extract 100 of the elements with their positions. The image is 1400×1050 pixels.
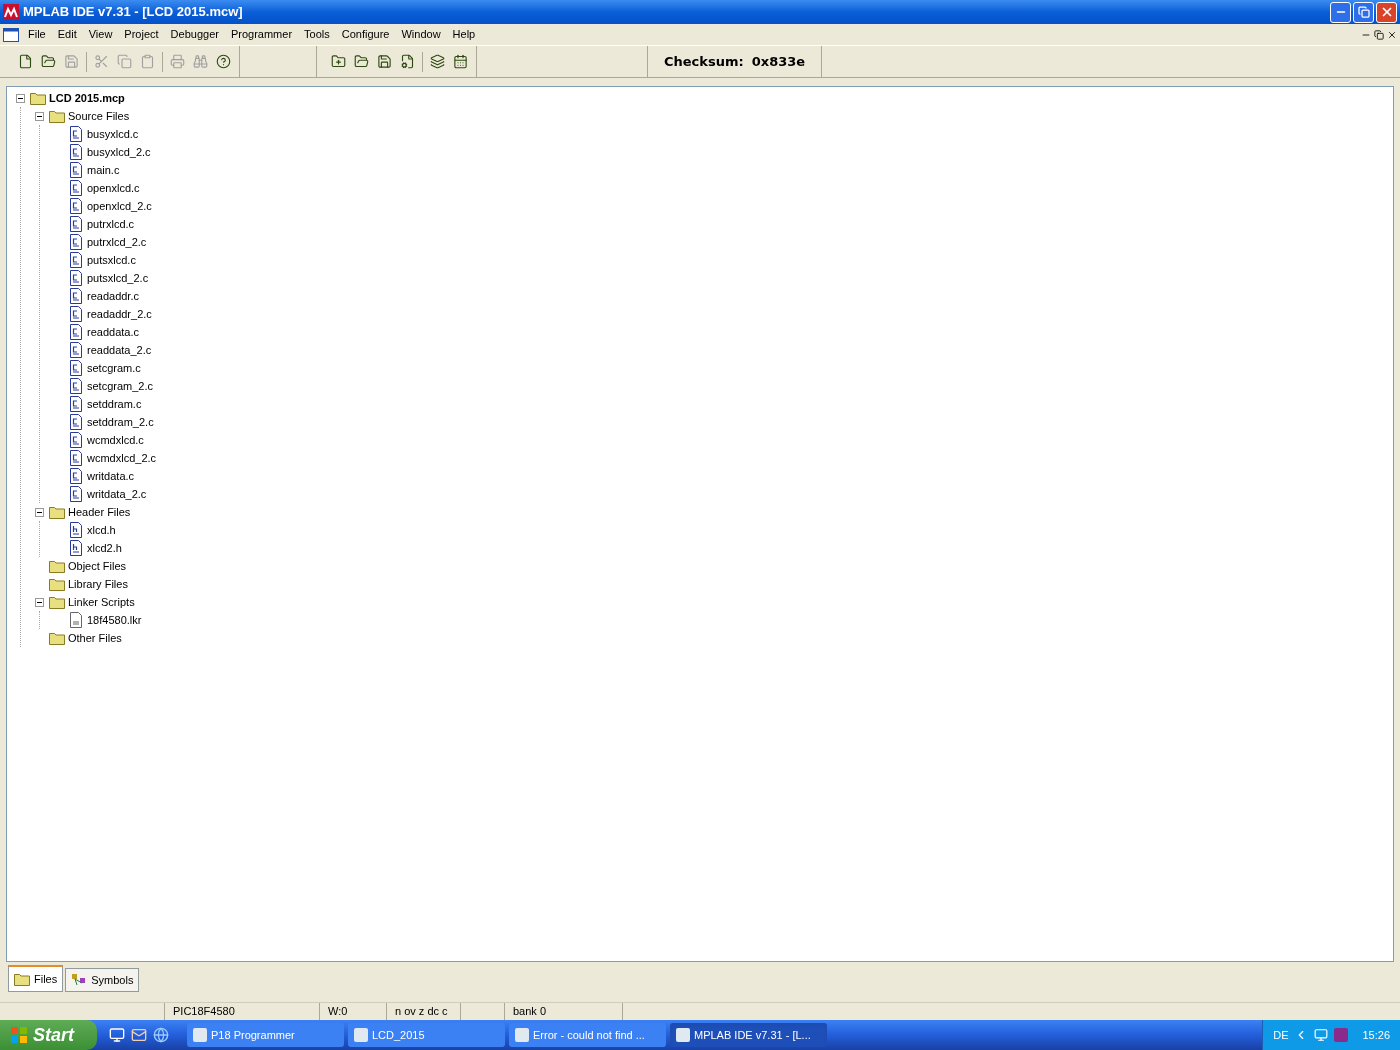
tree-item[interactable]: Header Files xyxy=(68,503,131,521)
tree-item[interactable]: busyxlcd_2.c xyxy=(87,143,151,161)
menu-item[interactable]: File xyxy=(22,26,52,43)
taskbar-button[interactable]: LCD_2015 xyxy=(348,1023,505,1047)
source-file-icon xyxy=(69,180,83,196)
help-icon xyxy=(216,54,231,69)
folder-icon xyxy=(30,91,46,105)
taskbar-button[interactable]: Error - could not find ... xyxy=(509,1023,666,1047)
tree-item[interactable]: Other Files xyxy=(68,629,122,647)
open-folder-icon xyxy=(354,54,369,69)
tree-item[interactable]: wcmdxlcd.c xyxy=(87,431,144,449)
tree-item[interactable]: Object Files xyxy=(68,557,127,575)
menu-item[interactable]: Debugger xyxy=(164,26,225,43)
menu-item[interactable]: Help xyxy=(446,26,482,43)
copy-icon xyxy=(117,54,132,69)
tree-item[interactable]: main.c xyxy=(87,161,120,179)
print-icon xyxy=(170,54,185,69)
tree-item[interactable]: setcgram.c xyxy=(87,359,141,377)
taskbar-button[interactable]: MPLAB IDE v7.31 - [L... xyxy=(670,1023,827,1047)
folder-icon xyxy=(49,595,65,609)
source-file-icon xyxy=(69,144,83,160)
source-file-icon xyxy=(69,198,83,214)
tree-item[interactable]: readdata_2.c xyxy=(87,341,152,359)
mail-icon[interactable] xyxy=(131,1027,147,1043)
tree-item[interactable]: openxlcd.c xyxy=(87,179,140,197)
tree-item[interactable]: setddram.c xyxy=(87,395,142,413)
folder-icon xyxy=(49,631,65,645)
window-icon xyxy=(193,1028,207,1042)
collapse-icon[interactable] xyxy=(35,111,44,121)
folder-icon xyxy=(49,109,65,123)
source-file-icon xyxy=(69,216,83,232)
tree-item[interactable]: LCD 2015.mcp xyxy=(49,89,125,107)
clock: 15:26 xyxy=(1362,1027,1390,1043)
find-icon xyxy=(193,54,208,69)
source-file-icon xyxy=(69,378,83,394)
tree-item[interactable]: writdata.c xyxy=(87,467,135,485)
window-icon xyxy=(515,1028,529,1042)
tree-item[interactable]: wcmdxlcd_2.c xyxy=(87,449,157,467)
source-file-icon xyxy=(69,234,83,250)
tree-item[interactable]: setddram_2.c xyxy=(87,413,154,431)
source-file-icon xyxy=(69,306,83,322)
tree-item[interactable]: busyxlcd.c xyxy=(87,125,139,143)
menu-item[interactable]: Window xyxy=(395,26,447,43)
menu-item[interactable]: Project xyxy=(118,26,165,43)
source-file-icon xyxy=(69,414,83,430)
menu-item[interactable]: Configure xyxy=(335,26,396,43)
new-project-icon xyxy=(331,54,346,69)
tree-item[interactable]: readaddr_2.c xyxy=(87,305,152,323)
desktop-icon[interactable] xyxy=(109,1027,125,1043)
tree-item[interactable]: putrxlcd.c xyxy=(87,215,135,233)
open-folder-icon xyxy=(41,54,56,69)
document-window-icon xyxy=(3,27,19,42)
tree-item[interactable]: putrxlcd_2.c xyxy=(87,233,147,251)
folder-icon xyxy=(14,972,30,986)
symbols-icon xyxy=(71,973,88,987)
source-file-icon xyxy=(69,468,83,484)
tree-item[interactable]: 18f4580.lkr xyxy=(87,611,142,629)
menu-item[interactable]: Edit xyxy=(51,26,83,43)
folder-icon xyxy=(49,505,65,519)
restore-button[interactable] xyxy=(1353,1,1374,23)
tree-item[interactable]: Linker Scripts xyxy=(68,593,135,611)
tree-item[interactable]: readdata.c xyxy=(87,323,139,341)
tree-item[interactable]: openxlcd_2.c xyxy=(87,197,152,215)
tree-item[interactable]: writdata_2.c xyxy=(87,485,147,503)
tree-item[interactable]: setcgram_2.c xyxy=(87,377,154,395)
tree-item[interactable]: Library Files xyxy=(68,575,128,593)
layers-icon xyxy=(430,54,445,69)
tree-item[interactable]: xlcd2.h xyxy=(87,539,122,557)
menu-item[interactable]: Tools xyxy=(298,26,336,43)
save-icon xyxy=(377,54,392,69)
tree-item[interactable]: putsxlcd_2.c xyxy=(87,269,149,287)
close-icon[interactable] xyxy=(1387,29,1397,40)
source-file-icon xyxy=(69,162,83,178)
panel-tab[interactable]: Files xyxy=(8,965,64,992)
source-file-icon xyxy=(69,126,83,142)
window-icon xyxy=(676,1028,690,1042)
folder-icon xyxy=(49,577,65,591)
network-icon[interactable] xyxy=(1314,1028,1329,1042)
menu-item[interactable]: View xyxy=(82,26,119,43)
window-title: MPLAB IDE v7.31 - [LCD 2015.mcw] xyxy=(23,3,243,22)
tray-icon[interactable] xyxy=(1334,1028,1349,1042)
close-button[interactable] xyxy=(1376,1,1397,23)
tree-item[interactable]: xlcd.h xyxy=(87,521,116,539)
collapse-icon[interactable] xyxy=(35,507,44,517)
source-file-icon xyxy=(69,522,83,538)
collapse-icon[interactable] xyxy=(35,597,44,607)
source-file-icon xyxy=(69,486,83,502)
tree-item[interactable]: Source Files xyxy=(68,107,130,125)
minimize-button[interactable] xyxy=(1330,1,1351,23)
tree-item[interactable]: readaddr.c xyxy=(87,287,139,305)
source-file-icon xyxy=(69,270,83,286)
new-file-icon xyxy=(18,54,33,69)
taskbar-button[interactable]: P18 Programmer xyxy=(187,1023,344,1047)
restore-icon xyxy=(1357,6,1370,18)
restore-icon[interactable] xyxy=(1374,29,1384,40)
panel-tab[interactable]: Symbols xyxy=(65,968,140,992)
menu-item[interactable]: Programmer xyxy=(224,26,299,43)
collapse-icon[interactable] xyxy=(16,93,25,103)
tree-item[interactable]: putsxlcd.c xyxy=(87,251,136,269)
browser-icon[interactable] xyxy=(153,1027,169,1043)
